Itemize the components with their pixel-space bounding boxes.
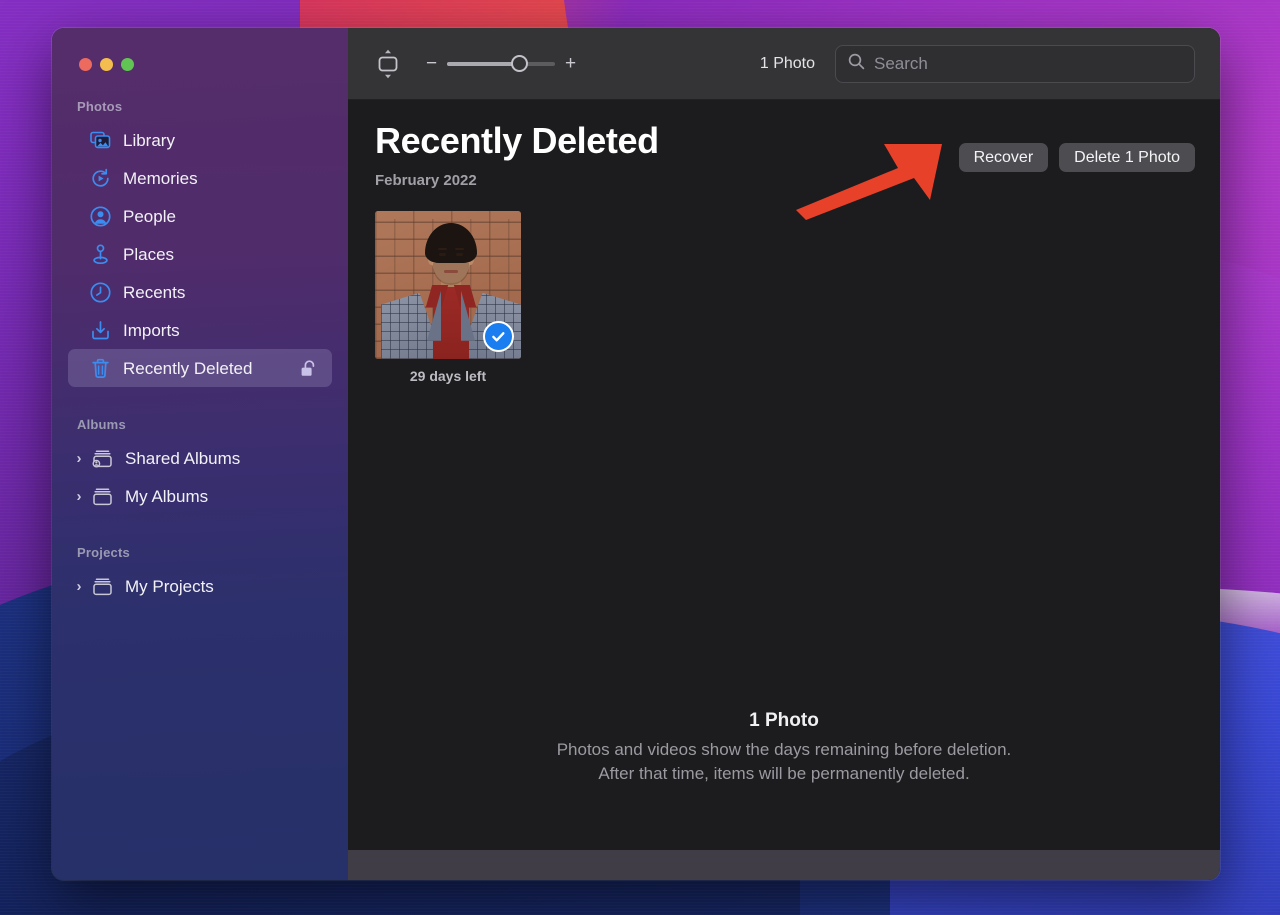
sidebar-item-places[interactable]: Places <box>68 235 332 273</box>
sidebar-item-my-albums[interactable]: › My Albums <box>68 477 332 515</box>
photos-app-window: Photos Library Memories <box>52 28 1220 880</box>
search-icon <box>848 53 865 75</box>
photo-subject-eye-left <box>439 253 446 256</box>
header-actions: Recover Delete 1 Photo <box>959 143 1195 172</box>
sidebar-item-label: Imports <box>123 322 180 339</box>
empty-state-footer: 1 Photo Photos and videos show the days … <box>348 710 1220 786</box>
close-button[interactable] <box>79 58 92 71</box>
sidebar-item-label: My Albums <box>125 488 208 505</box>
toolbar-photo-count: 1 Photo <box>760 55 815 73</box>
zoom-out-button[interactable]: − <box>425 54 438 73</box>
album-icon <box>90 576 114 597</box>
window-traffic-lights <box>52 28 348 71</box>
sidebar-item-people[interactable]: People <box>68 197 332 235</box>
footer-description-line-1: Photos and videos show the days remainin… <box>348 739 1220 762</box>
zoom-in-button[interactable]: + <box>564 54 577 73</box>
unlock-icon[interactable] <box>299 359 318 378</box>
zoom-slider-group[interactable]: − + <box>425 54 577 73</box>
sidebar-item-label: Recents <box>123 284 185 301</box>
minimize-button[interactable] <box>100 58 113 71</box>
map-pin-icon <box>88 244 112 265</box>
search-input[interactable]: Search <box>874 54 928 74</box>
sidebar-item-my-projects[interactable]: › My Projects <box>68 567 332 605</box>
toolbar: − + 1 Photo Search <box>348 28 1220 100</box>
zoom-fit-icon[interactable] <box>375 49 401 79</box>
album-icon <box>90 486 114 507</box>
sidebar-item-imports[interactable]: Imports <box>68 311 332 349</box>
zoom-button[interactable] <box>121 58 134 71</box>
sidebar-item-label: Recently Deleted <box>123 360 252 377</box>
sidebar-item-label: Memories <box>123 170 198 187</box>
person-circle-icon <box>88 206 112 227</box>
photo-thumbnail[interactable] <box>375 211 521 359</box>
chevron-right-icon[interactable]: › <box>70 450 88 467</box>
zoom-slider-knob[interactable] <box>511 55 528 72</box>
sidebar-item-label: Library <box>123 132 175 149</box>
photo-subject-brow-left <box>438 248 447 251</box>
sidebar-item-label: Places <box>123 246 174 263</box>
footer-description-line-2: After that time, items will be permanent… <box>348 763 1220 786</box>
recover-button[interactable]: Recover <box>959 143 1049 172</box>
sidebar-section-photos-title: Photos <box>52 99 348 114</box>
sidebar-item-shared-albums[interactable]: › Shared Albums <box>68 439 332 477</box>
checkmark-circle-icon[interactable] <box>483 321 514 352</box>
zoom-slider[interactable] <box>447 56 555 72</box>
shared-album-icon <box>90 448 114 469</box>
delete-photo-button[interactable]: Delete 1 Photo <box>1059 143 1195 172</box>
trash-icon <box>88 358 112 379</box>
photo-grid: 29 days left 1 Photo Photos and videos s… <box>348 189 1220 850</box>
import-download-icon <box>88 320 112 341</box>
clock-icon <box>88 282 112 303</box>
memories-play-icon <box>88 168 112 189</box>
sidebar-item-library[interactable]: Library <box>68 121 332 159</box>
photo-subject-eye-right <box>456 253 463 256</box>
sidebar-section-albums-title: Albums <box>52 417 348 432</box>
photo-days-left-caption: 29 days left <box>375 368 521 384</box>
photo-stack-icon <box>88 131 112 150</box>
sidebar-item-recently-deleted[interactable]: Recently Deleted <box>68 349 332 387</box>
sidebar-item-recents[interactable]: Recents <box>68 273 332 311</box>
sidebar-item-memories[interactable]: Memories <box>68 159 332 197</box>
sidebar-item-label: Shared Albums <box>125 450 240 467</box>
main-content: − + 1 Photo Search <box>348 28 1220 880</box>
window-bottom-bar <box>348 850 1220 880</box>
sidebar: Photos Library Memories <box>52 28 348 880</box>
page-header: Recently Deleted February 2022 Recover D… <box>348 100 1220 189</box>
page-subtitle: February 2022 <box>375 172 1195 189</box>
chevron-right-icon[interactable]: › <box>70 488 88 505</box>
footer-photo-count: 1 Photo <box>348 710 1220 732</box>
sidebar-item-label: People <box>123 208 176 225</box>
sidebar-item-label: My Projects <box>125 578 214 595</box>
photo-subject-brow-right <box>455 248 464 251</box>
search-field[interactable]: Search <box>835 45 1195 83</box>
photo-subject-mouth <box>444 270 458 273</box>
sidebar-section-projects-title: Projects <box>52 545 348 560</box>
photo-grid-item[interactable]: 29 days left <box>375 211 521 384</box>
chevron-right-icon[interactable]: › <box>70 578 88 595</box>
